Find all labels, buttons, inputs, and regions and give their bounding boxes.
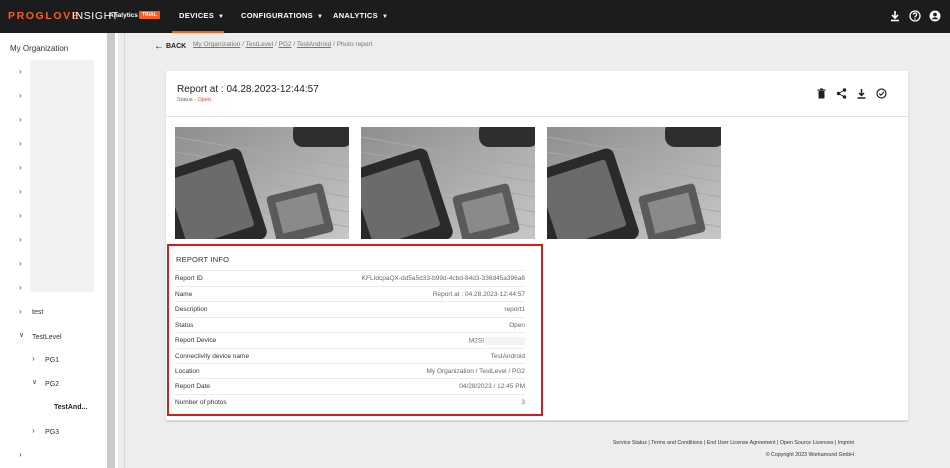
- report-info-row: Status Open: [175, 317, 525, 332]
- report-info-title: REPORT INFO: [176, 255, 230, 264]
- report-info-value: My Organization / TestLevel / PG2: [426, 368, 525, 375]
- card-divider: [166, 116, 908, 117]
- report-info-row: Number of photos 3: [175, 394, 525, 409]
- page-title: Report at : 04.28.2023-12:44:57: [177, 84, 319, 95]
- report-info-value: Report at : 04.28.2023-12:44:57: [432, 291, 525, 298]
- chevron-down-icon: ▼: [218, 14, 225, 20]
- breadcrumb-testlevel[interactable]: TestLevel: [246, 41, 273, 48]
- breadcrumb-my-organization[interactable]: My Organization: [193, 41, 240, 48]
- chevron-down-icon[interactable]: ∨: [19, 331, 24, 339]
- report-info-key: Description: [175, 306, 208, 313]
- sidebar-item-testandroid[interactable]: TestAnd...: [54, 404, 87, 411]
- sidebar-divider: [124, 33, 125, 468]
- sidebar-title: My Organization: [10, 44, 69, 53]
- chevron-down-icon[interactable]: ∨: [32, 378, 37, 386]
- nav-configurations-label: CONFIGURATIONS: [241, 11, 313, 20]
- footer-copyright: © Copyright 2023 Workaround GmbH: [765, 452, 854, 458]
- redacted-tree-items: [30, 60, 94, 292]
- chevron-right-icon[interactable]: ›: [19, 307, 22, 316]
- sidebar-item-testlevel[interactable]: TestLevel: [32, 334, 62, 341]
- nav-devices-label: DEVICES: [179, 11, 215, 20]
- footer-links[interactable]: Service Status | Terms and Conditions | …: [613, 440, 854, 446]
- report-info-value: KFLIdcpaQX-dd5a5d33-b99d-4cbd-84d3-336d4…: [361, 275, 525, 282]
- status-line: Status - Open: [177, 97, 211, 103]
- report-info-key: Status: [175, 322, 194, 329]
- redacted-value: [485, 337, 525, 345]
- chevron-right-icon[interactable]: ›: [19, 139, 22, 148]
- breadcrumb-testandroid[interactable]: TestAndroid: [297, 41, 331, 48]
- chevron-right-icon[interactable]: ›: [19, 283, 22, 292]
- help-icon[interactable]: [909, 10, 921, 22]
- active-nav-indicator: [172, 31, 224, 33]
- chevron-down-icon: ▼: [381, 14, 389, 20]
- status-prefix: Status -: [177, 97, 196, 103]
- breadcrumb: My Organization / TestLevel / PG2 / Test…: [193, 41, 373, 48]
- report-info-value: Open: [509, 322, 525, 329]
- chevron-right-icon[interactable]: ›: [32, 354, 35, 363]
- report-info-value: 3: [521, 399, 525, 406]
- report-info-row: Report Device M2SI: [175, 332, 525, 347]
- report-photo-2[interactable]: [361, 127, 535, 239]
- report-info-row: Connectivity device name TestAndroid: [175, 348, 525, 363]
- chevron-right-icon[interactable]: ›: [19, 235, 22, 244]
- report-info-key: Number of photos: [175, 399, 227, 406]
- download-icon[interactable]: [856, 88, 867, 99]
- chevron-right-icon[interactable]: ›: [19, 259, 22, 268]
- report-info-key: Report Date: [175, 383, 211, 390]
- sidebar-item-pg3[interactable]: PG3: [45, 429, 59, 436]
- report-info-key: Report Device: [175, 337, 217, 344]
- content-bottom-divider: [166, 421, 908, 422]
- logo-analytics-label: Analytics: [109, 12, 138, 19]
- report-info-row: Location My Organization / TestLevel / P…: [175, 363, 525, 378]
- report-info-row: Name Report at : 04.28.2023-12:44:57: [175, 286, 525, 301]
- chevron-right-icon[interactable]: ›: [32, 426, 35, 435]
- logo-brand[interactable]: PROGLOVE: [8, 10, 80, 22]
- nav-devices[interactable]: DEVICES ▼: [179, 11, 224, 20]
- report-info-value: report1: [504, 306, 525, 313]
- chevron-right-icon[interactable]: ›: [19, 91, 22, 100]
- sidebar-item-pg2[interactable]: PG2: [45, 381, 59, 388]
- status-badge: Open: [197, 97, 211, 103]
- resolve-icon[interactable]: [876, 88, 887, 99]
- report-info-row: Description report1: [175, 301, 525, 316]
- back-button[interactable]: ← BACK: [154, 40, 187, 52]
- sidebar-item-pg1[interactable]: PG1: [45, 357, 59, 364]
- report-info-key: Name: [175, 291, 193, 298]
- account-icon[interactable]: [929, 10, 941, 22]
- chevron-right-icon[interactable]: ›: [19, 163, 22, 172]
- share-icon[interactable]: [836, 88, 847, 99]
- chevron-right-icon[interactable]: ›: [19, 211, 22, 220]
- nav-analytics-label: ANALYTICS: [333, 11, 378, 20]
- report-info-value: M2SI: [469, 337, 525, 345]
- report-info-row: Report Date 04/28/2023 / 12:45 PM: [175, 378, 525, 393]
- chevron-down-icon: ▼: [316, 14, 324, 20]
- nav-analytics[interactable]: ANALYTICS ▼: [333, 11, 388, 20]
- back-label: BACK: [166, 43, 187, 50]
- download-icon[interactable]: [889, 10, 901, 22]
- sidebar-scrollbar[interactable]: [107, 33, 115, 468]
- breadcrumb-current: Photo report: [336, 41, 373, 48]
- sidebar-item-test[interactable]: test: [32, 309, 43, 316]
- report-info-value: TestAndroid: [490, 353, 525, 360]
- delete-icon[interactable]: [816, 88, 827, 99]
- report-info-row: Report ID KFLIdcpaQX-dd5a5d33-b99d-4cbd-…: [175, 270, 525, 285]
- report-info-value: 04/28/2023 / 12:45 PM: [459, 383, 525, 390]
- chevron-right-icon[interactable]: ›: [19, 67, 22, 76]
- report-info-key: Location: [175, 368, 200, 375]
- report-device-value: M2SI: [468, 337, 484, 345]
- report-photo-1[interactable]: [175, 127, 349, 239]
- breadcrumb-pg2[interactable]: PG2: [279, 41, 292, 48]
- nav-configurations[interactable]: CONFIGURATIONS ▼: [241, 11, 323, 20]
- report-info-key: Report ID: [175, 275, 203, 282]
- chevron-right-icon[interactable]: ›: [19, 450, 22, 459]
- trial-badge: TRIAL: [139, 11, 160, 19]
- chevron-right-icon[interactable]: ›: [19, 115, 22, 124]
- report-info-key: Connectivity device name: [175, 353, 250, 360]
- arrow-left-icon: ←: [154, 41, 164, 52]
- chevron-right-icon[interactable]: ›: [19, 187, 22, 196]
- report-photo-3[interactable]: [547, 127, 721, 239]
